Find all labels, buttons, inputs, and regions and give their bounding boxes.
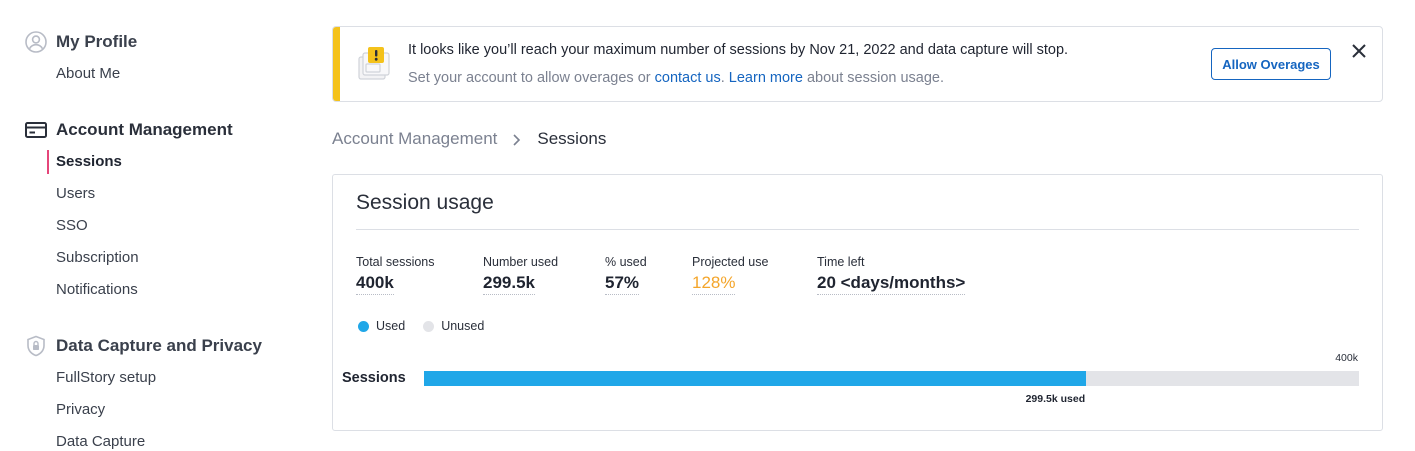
sidebar-section-title: Data Capture and Privacy (56, 336, 262, 355)
sessions-bar-used (424, 371, 1086, 386)
session-usage-card: Session usage Total sessions 400k Number… (332, 174, 1383, 431)
chevron-right-icon (509, 132, 523, 146)
shield-lock-icon (24, 334, 48, 358)
session-limit-banner: It looks like you’ll reach your maximum … (332, 26, 1383, 102)
breadcrumb-parent[interactable]: Account Management (332, 129, 497, 149)
sidebar-item-sessions[interactable]: Sessions (56, 152, 122, 172)
banner-submessage: Set your account to allow overages or co… (408, 70, 944, 86)
stat-time-left: Time left 20 <days/months> (817, 255, 966, 295)
stat-value: 400k (356, 273, 394, 295)
stat-label: Projected use (692, 255, 769, 269)
user-circle-icon (24, 30, 48, 54)
stat-value: 299.5k (483, 273, 535, 295)
sidebar-item-users[interactable]: Users (56, 184, 95, 204)
legend-label: Used (376, 319, 406, 333)
stat-value: 20 <days/months> (817, 273, 966, 295)
sidebar-item-sso[interactable]: SSO (56, 216, 88, 236)
sidebar-section-title: My Profile (56, 32, 138, 51)
allow-overages-button[interactable]: Allow Overages (1211, 48, 1331, 80)
sidebar-item-fullstory-setup[interactable]: FullStory setup (56, 368, 156, 388)
stat-total-sessions: Total sessions 400k (356, 255, 435, 295)
banner-sub-prefix: Set your account to allow overages or (408, 70, 655, 86)
close-icon[interactable] (1349, 41, 1369, 61)
sidebar-item-privacy[interactable]: Privacy (56, 400, 105, 420)
sidebar-item-subscription[interactable]: Subscription (56, 248, 139, 268)
sidebar-item-about-me[interactable]: About Me (56, 64, 120, 84)
card-divider (356, 229, 1359, 230)
banner-sub-mid: . (720, 70, 729, 86)
warning-document-icon (357, 47, 393, 83)
breadcrumb: Account Management Sessions (332, 128, 606, 150)
contact-us-link[interactable]: contact us (655, 70, 721, 86)
bar-used-label: 299.5k used (1025, 393, 1086, 405)
learn-more-link[interactable]: Learn more (729, 70, 803, 86)
sidebar-section-my-profile[interactable]: My Profile (24, 30, 137, 54)
legend-item-unused: Unused (423, 319, 484, 333)
chart-legend: Used Unused (358, 319, 502, 333)
sidebar: My Profile About Me Account Management S… (0, 0, 300, 451)
sidebar-section-account-management[interactable]: Account Management (24, 118, 233, 142)
stat-projected-use: Projected use 128% (692, 255, 768, 295)
legend-dot-used (358, 320, 369, 332)
stat-label: Time left (817, 255, 865, 269)
legend-dot-unused (423, 320, 435, 332)
active-indicator (47, 150, 49, 174)
sidebar-item-notifications[interactable]: Notifications (56, 280, 138, 300)
stat-label: Total sessions (356, 255, 435, 269)
legend-item-used: Used (358, 319, 405, 333)
stat-value: 57% (605, 273, 640, 295)
sidebar-section-title: Account Management (56, 120, 233, 139)
banner-message: It looks like you’ll reach your maximum … (408, 42, 1069, 58)
bar-max-label: 400k (1335, 352, 1358, 364)
breadcrumb-current: Sessions (537, 129, 607, 148)
stat-number-used: Number used 299.5k (483, 255, 558, 295)
sessions-bar-track (424, 371, 1359, 386)
banner-sub-suffix: about session usage. (802, 70, 945, 86)
bar-row-label: Sessions (342, 370, 406, 386)
card-title: Session usage (356, 191, 494, 214)
stat-label: % used (605, 255, 647, 269)
sidebar-section-data-capture-privacy[interactable]: Data Capture and Privacy (24, 334, 262, 358)
credit-card-icon (24, 118, 48, 142)
stat-value: 128% (692, 273, 736, 295)
sidebar-item-data-capture[interactable]: Data Capture (56, 432, 145, 451)
legend-label: Unused (441, 319, 485, 333)
banner-accent-stripe (333, 27, 340, 101)
stat-percent-used: % used 57% (605, 255, 647, 295)
stat-label: Number used (483, 255, 559, 269)
